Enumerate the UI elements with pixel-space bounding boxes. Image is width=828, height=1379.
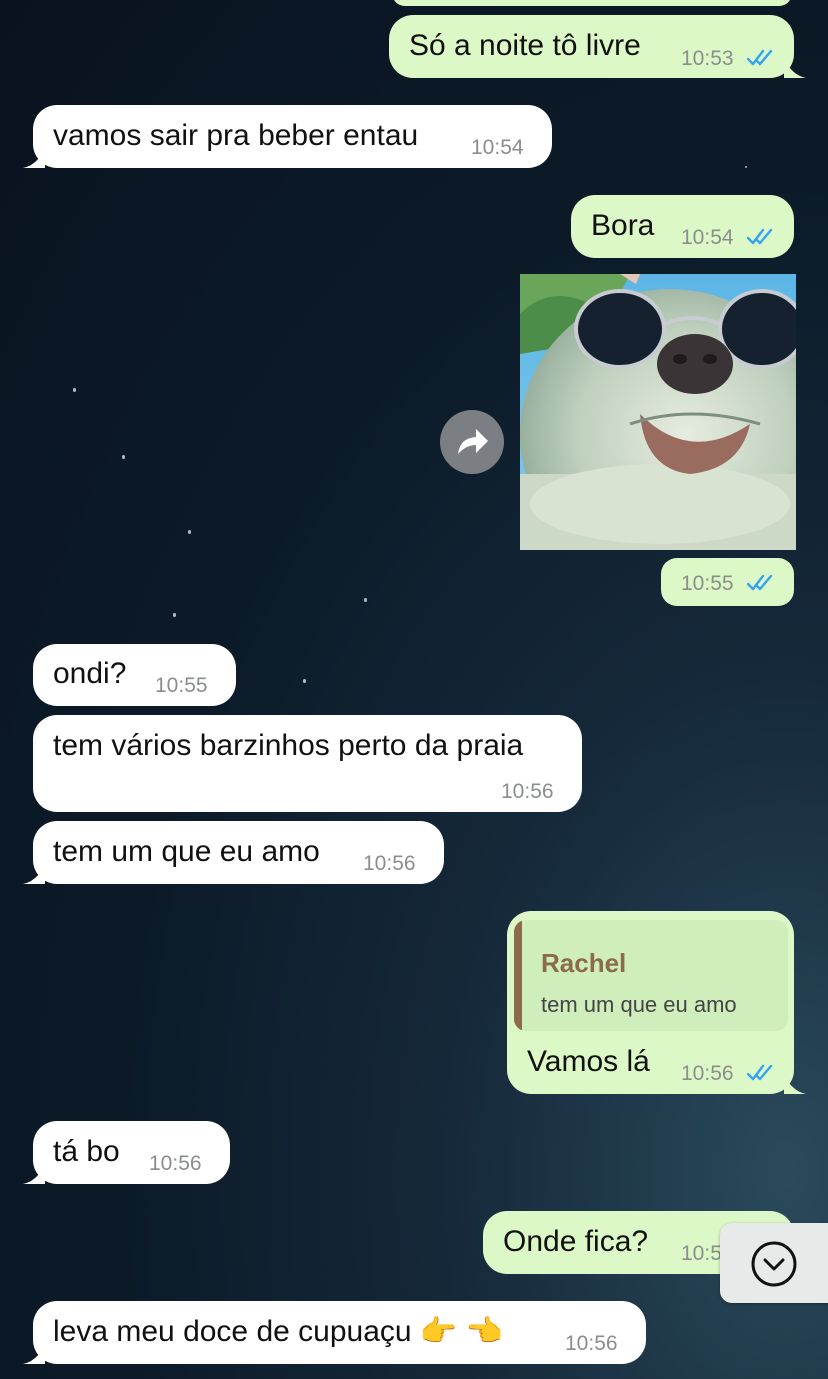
message-outgoing[interactable]: Bora 10:54: [571, 195, 794, 258]
bubble-tail: [784, 58, 806, 78]
message-time: 10:56: [501, 780, 554, 803]
message-incoming[interactable]: tem vários barzinhos perto da praia 10:5…: [33, 715, 582, 812]
double-check-icon: [747, 1064, 773, 1081]
scroll-to-bottom-button[interactable]: [720, 1223, 828, 1303]
message-text: tem um que eu amo: [53, 835, 320, 868]
double-check-icon: [747, 228, 773, 245]
forward-icon: [458, 429, 488, 454]
double-check-icon: [747, 574, 773, 591]
message-text: leva meu doce de cupuaçu 👉 👈: [53, 1315, 503, 1348]
bubble-tail: [23, 864, 45, 884]
bubble-tail: [784, 1074, 806, 1094]
message-incoming[interactable]: ondi? 10:55: [33, 644, 236, 706]
message-time: 10:54: [471, 136, 524, 159]
message-time: 10:56: [363, 852, 416, 875]
message-time: 10:56: [565, 1332, 618, 1355]
quote-bar: [514, 920, 522, 1031]
double-check-icon: [747, 49, 773, 66]
message-incoming[interactable]: tá bo 10:56: [33, 1121, 230, 1184]
previous-message-bubble[interactable]: [392, 0, 792, 6]
message-outgoing-reply[interactable]: Rachel tem um que eu amo Vamos lá 10:56: [507, 911, 794, 1094]
message-incoming[interactable]: leva meu doce de cupuaçu 👉 👈 10:56: [33, 1301, 646, 1364]
forward-button[interactable]: [440, 410, 504, 474]
sticker-image[interactable]: [520, 274, 796, 550]
message-text: Onde fica?: [503, 1225, 649, 1258]
message-text: vamos sair pra beber entau: [53, 119, 419, 152]
message-outgoing[interactable]: Só a noite tô livre 10:53: [389, 15, 794, 78]
message-text: tá bo: [53, 1135, 120, 1168]
message-time: 10:55: [681, 572, 734, 595]
sticker-time-badge: 10:55: [661, 558, 794, 606]
message-time: 10:55: [155, 674, 208, 697]
message-time: 10:56: [149, 1152, 202, 1175]
message-incoming[interactable]: tem um que eu amo 10:56: [33, 821, 444, 884]
message-time: 10:56: [681, 1062, 734, 1085]
message-text: Só a noite tô livre: [409, 29, 641, 62]
bubble-tail: [23, 1344, 45, 1364]
message-text: ondi?: [53, 657, 127, 690]
bubble-tail: [23, 148, 45, 168]
message-text: Vamos lá: [527, 1045, 650, 1078]
quoted-message[interactable]: Rachel tem um que eu amo: [514, 920, 788, 1031]
message-time: 10:54: [681, 226, 734, 249]
reply-author: Rachel: [541, 948, 627, 978]
message-text: Bora: [591, 209, 655, 242]
message-incoming[interactable]: vamos sair pra beber entau 10:54: [33, 105, 552, 168]
bubble-tail: [23, 1164, 45, 1184]
reply-text: tem um que eu amo: [541, 992, 737, 1017]
message-text: tem vários barzinhos perto da praia: [53, 729, 524, 762]
chevron-down-icon: [751, 1241, 797, 1287]
message-time: 10:5: [681, 1242, 722, 1265]
message-time: 10:53: [681, 47, 734, 70]
